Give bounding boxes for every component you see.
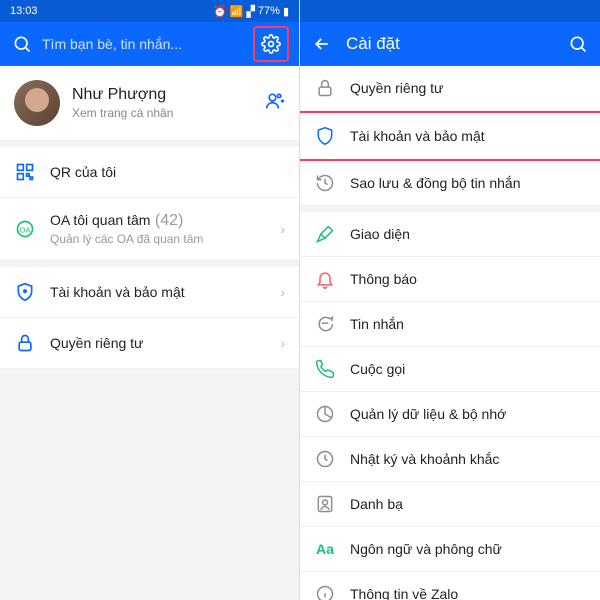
chat-icon xyxy=(314,313,336,335)
oa-row[interactable]: OA OA tôi quan tâm (42) Quản lý các OA đ… xyxy=(0,198,299,261)
settings-item-label: Tài khoản và bảo mật xyxy=(350,128,586,144)
oa-count: (42) xyxy=(155,212,183,229)
settings-item-label: Giao diện xyxy=(350,226,586,242)
settings-item-label: Quyền riêng tư xyxy=(350,80,586,96)
avatar xyxy=(14,80,60,126)
status-icons: ⏰ 📶 ▞ 77% ▮ xyxy=(213,5,289,18)
settings-title: Cài đặt xyxy=(346,34,566,54)
brush-icon xyxy=(314,223,336,245)
settings-item-label: Tin nhắn xyxy=(350,316,586,332)
bell-icon xyxy=(314,268,336,290)
settings-item-data[interactable]: Quản lý dữ liệu & bộ nhớ xyxy=(300,392,600,437)
back-button[interactable] xyxy=(310,32,334,56)
settings-item-label: Cuộc gọi xyxy=(350,361,586,377)
info-icon xyxy=(314,583,336,600)
qr-label: QR của tôi xyxy=(50,164,285,180)
settings-item-account[interactable]: Tài khoản và bảo mật xyxy=(300,111,600,161)
qr-icon xyxy=(14,161,36,183)
settings-item-contacts[interactable]: Danh bạ xyxy=(300,482,600,527)
settings-item-label: Sao lưu & đồng bộ tin nhắn xyxy=(350,175,586,191)
settings-item-label: Danh bạ xyxy=(350,496,586,512)
account-row[interactable]: Tài khoản và bảo mật › xyxy=(0,267,299,318)
svg-text:OA: OA xyxy=(20,225,31,234)
status-bar: 13:03 ⏰ 📶 ▞ 77% ▮ xyxy=(0,0,299,22)
settings-item-label: Quản lý dữ liệu & bộ nhớ xyxy=(350,406,586,422)
qr-row[interactable]: QR của tôi xyxy=(0,147,299,198)
battery-icon: ▮ xyxy=(283,5,289,18)
gear-icon xyxy=(261,34,281,54)
profile-name: Như Phượng xyxy=(72,86,173,104)
settings-button[interactable] xyxy=(253,26,289,62)
settings-item-about[interactable]: Thông tin về Zalo xyxy=(300,572,600,600)
screen-settings: Cài đặt Quyền riêng tư Tài khoản và bảo … xyxy=(300,0,600,600)
shield-icon xyxy=(314,125,336,147)
history-icon xyxy=(314,172,336,194)
search-icon[interactable] xyxy=(10,32,34,56)
wifi-icon: 📶 xyxy=(230,5,244,18)
status-time: 13:03 xyxy=(10,5,38,17)
settings-list: Quyền riêng tư Tài khoản và bảo mật Sao … xyxy=(300,66,600,600)
status-bar xyxy=(300,0,600,22)
settings-item-label: Thông báo xyxy=(350,271,586,287)
settings-item-privacy[interactable]: Quyền riêng tư xyxy=(300,66,600,111)
lock-icon xyxy=(314,77,336,99)
chevron-right-icon: › xyxy=(280,335,285,351)
alarm-icon: ⏰ xyxy=(213,5,227,18)
phone-icon xyxy=(314,358,336,380)
contacts-icon xyxy=(314,493,336,515)
chevron-right-icon: › xyxy=(280,221,285,237)
search-input[interactable]: Tìm bạn bè, tin nhắn... xyxy=(42,36,253,52)
privacy-row[interactable]: Quyền riêng tư › xyxy=(0,318,299,369)
font-icon: Aa xyxy=(314,538,336,560)
search-button[interactable] xyxy=(566,32,590,56)
settings-item-label: Nhật ký và khoảnh khắc xyxy=(350,451,586,467)
chevron-right-icon: › xyxy=(280,284,285,300)
oa-icon: OA xyxy=(14,218,36,240)
screen-main: 13:03 ⏰ 📶 ▞ 77% ▮ Tìm bạn bè, tin nhắn..… xyxy=(0,0,300,600)
settings-item-notifications[interactable]: Thông báo xyxy=(300,257,600,302)
privacy-label: Quyền riêng tư xyxy=(50,335,280,351)
settings-item-label: Thông tin về Zalo xyxy=(350,586,586,600)
lock-icon xyxy=(14,332,36,354)
settings-item-theme[interactable]: Giao diện xyxy=(300,212,600,257)
settings-item-diary[interactable]: Nhật ký và khoảnh khắc xyxy=(300,437,600,482)
profile-row[interactable]: Như Phượng Xem trang cá nhân xyxy=(0,66,299,141)
clock-icon xyxy=(314,448,336,470)
settings-item-messages[interactable]: Tin nhắn xyxy=(300,302,600,347)
signal-icon: ▞ xyxy=(246,5,254,18)
oa-sub: Quản lý các OA đã quan tâm xyxy=(50,232,280,246)
main-body: Như Phượng Xem trang cá nhân QR của tôi … xyxy=(0,66,299,600)
settings-item-calls[interactable]: Cuộc gọi xyxy=(300,347,600,392)
main-header: Tìm bạn bè, tin nhắn... xyxy=(0,22,299,66)
settings-item-label: Ngôn ngữ và phông chữ xyxy=(350,541,586,557)
add-friend-icon[interactable] xyxy=(265,91,285,116)
shield-icon xyxy=(14,281,36,303)
settings-item-backup[interactable]: Sao lưu & đồng bộ tin nhắn xyxy=(300,161,600,206)
profile-sub: Xem trang cá nhân xyxy=(72,106,173,120)
pie-icon xyxy=(314,403,336,425)
oa-label: OA tôi quan tâm xyxy=(50,212,150,228)
battery-text: 77% xyxy=(258,5,280,17)
settings-header: Cài đặt xyxy=(300,22,600,66)
settings-item-language[interactable]: Aa Ngôn ngữ và phông chữ xyxy=(300,527,600,572)
account-label: Tài khoản và bảo mật xyxy=(50,284,280,300)
